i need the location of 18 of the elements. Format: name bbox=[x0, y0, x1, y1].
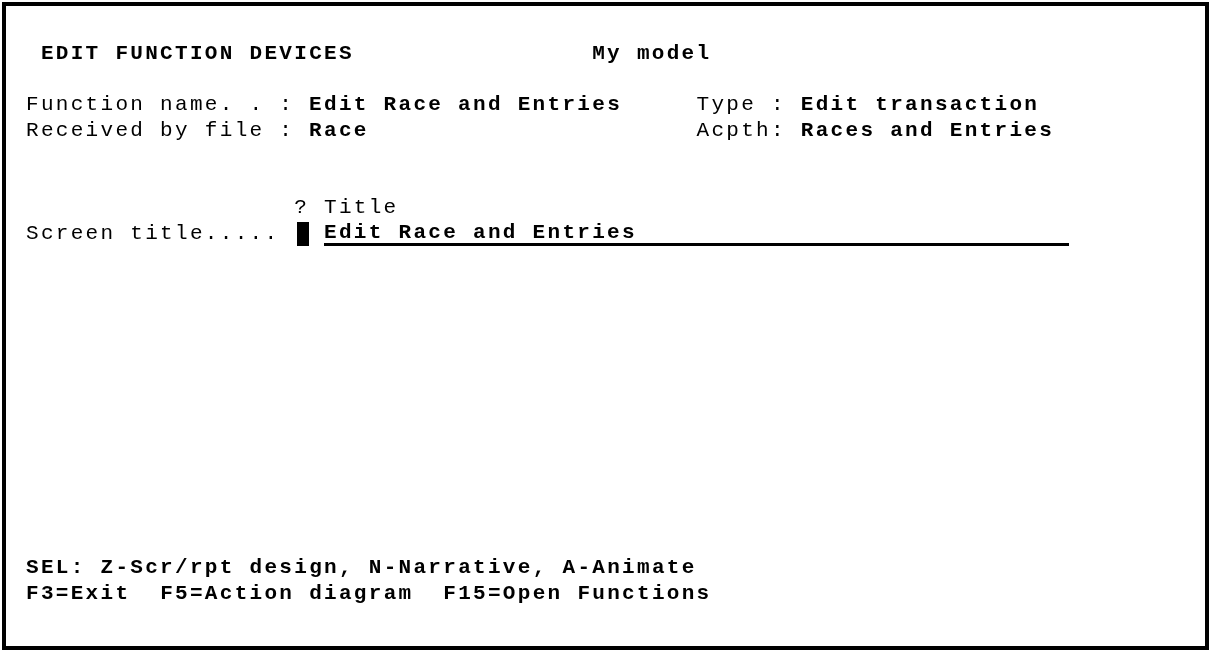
selection-options-text: SEL: Z-Scr/rpt design, N-Narrative, A-Animate bbox=[26, 554, 697, 581]
field-label: Screen title..... bbox=[26, 220, 281, 247]
field-label: Received by file : bbox=[26, 118, 296, 144]
screen-title: EDIT FUNCTION DEVICES bbox=[40, 41, 355, 67]
function-key-hint: F3=Exit bbox=[26, 580, 131, 607]
model-name: My model bbox=[592, 41, 712, 67]
function-key-hint: F15=Open Functions bbox=[443, 580, 712, 607]
screen-title-field[interactable]: Edit Race and Entries bbox=[324, 221, 1069, 246]
field-value: Races and Entries bbox=[800, 118, 1055, 144]
field-label: Acpth: bbox=[696, 118, 787, 144]
field-value: Edit transaction bbox=[800, 92, 1040, 119]
field-label: Function name. . : bbox=[26, 92, 296, 119]
field-value: Edit Race and Entries bbox=[309, 92, 624, 119]
function-key-hint: F5=Action diagram bbox=[160, 580, 414, 607]
column-heading: Title bbox=[324, 195, 399, 221]
field-label: Type : bbox=[696, 92, 787, 119]
field-value: Race bbox=[309, 118, 370, 144]
column-heading: ? bbox=[294, 195, 311, 221]
